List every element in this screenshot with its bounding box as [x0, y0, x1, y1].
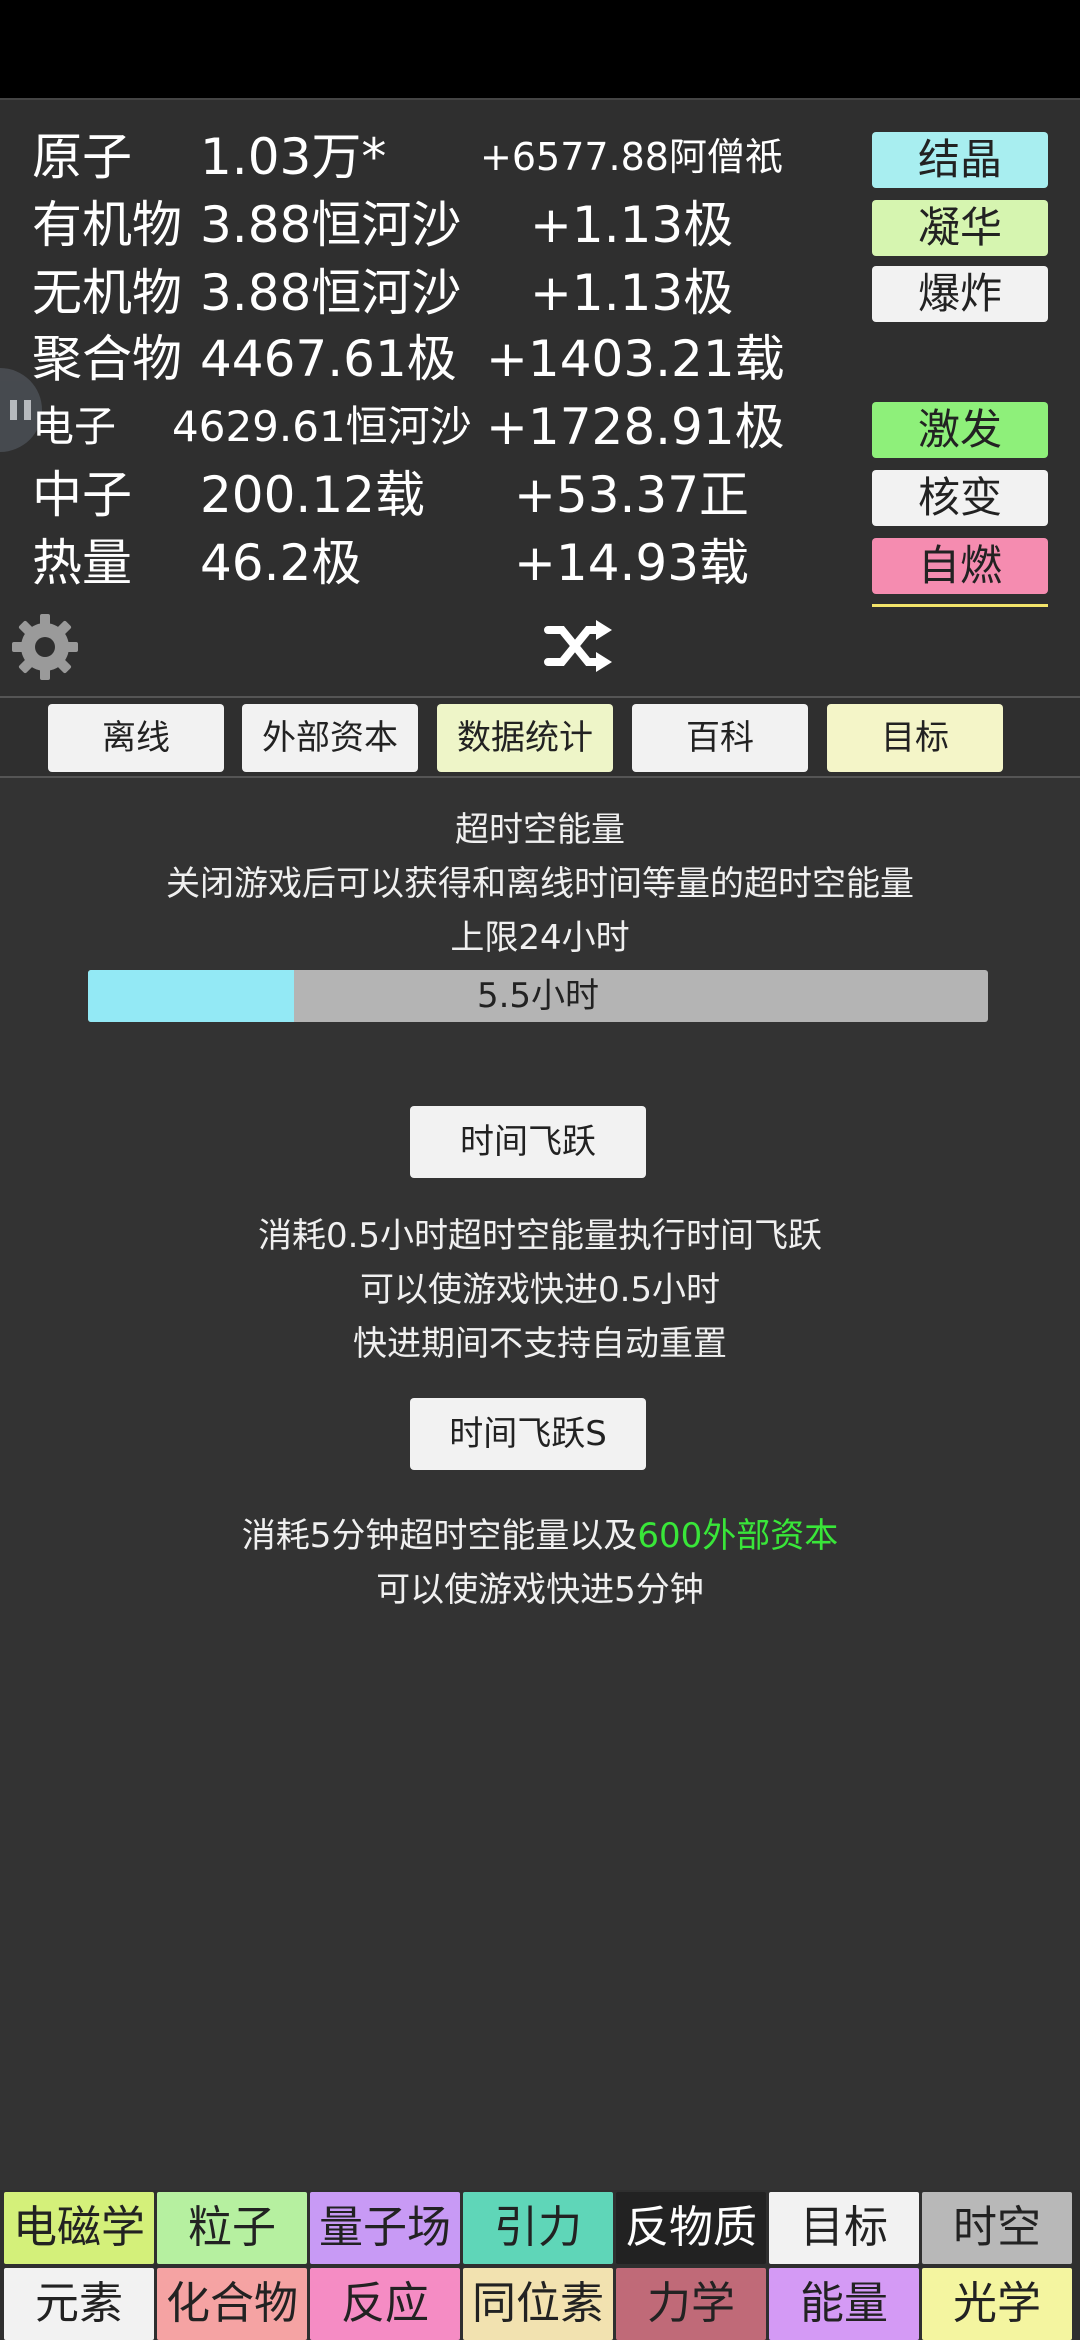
resource-value: 46.2极 [200, 534, 362, 592]
resource-name: 中子 [32, 466, 132, 524]
nav-goals[interactable]: 目标 [769, 2192, 919, 2264]
divider-line [872, 604, 1048, 607]
time-jump-desc-2: 可以使游戏快进0.5小时 [359, 1270, 721, 1310]
time-jump-s-cost: 消耗5分钟超时空能量以及 [241, 1516, 638, 1556]
nav-reactions[interactable]: 反应 [310, 2268, 460, 2340]
nav-compounds[interactable]: 化合物 [157, 2268, 307, 2340]
explode-button[interactable]: 爆炸 [872, 266, 1048, 322]
resource-name: 有机物 [32, 196, 182, 254]
tab-goals[interactable]: 目标 [827, 704, 1003, 772]
resource-rate: +1.13极 [530, 196, 734, 254]
time-jump-s-desc-2: 可以使游戏快进5分钟 [376, 1570, 704, 1610]
time-jump-desc-1: 消耗0.5小时超时空能量执行时间飞跃 [257, 1216, 823, 1256]
time-jump-s-capital-cost: 600外部资本 [637, 1516, 839, 1556]
tab-statistics[interactable]: 数据统计 [437, 704, 613, 772]
status-bar [0, 0, 1080, 98]
resource-name: 电子 [32, 402, 117, 451]
nav-spacetime[interactable]: 时空 [922, 2192, 1072, 2264]
excite-button[interactable]: 激发 [872, 402, 1048, 458]
time-jump-desc-3: 快进期间不支持自动重置 [353, 1324, 727, 1364]
nav-gravity[interactable]: 引力 [463, 2192, 613, 2264]
nav-mechanics[interactable]: 力学 [616, 2268, 766, 2340]
resource-panel: 原子 1.03万* +6577.88阿僧祇 有机物 3.88恒河沙 +1.13极… [0, 98, 1080, 698]
time-jump-s-desc-1: 消耗5分钟超时空能量以及600外部资本 [0, 1508, 1080, 1557]
crystallize-button[interactable]: 结晶 [872, 132, 1048, 188]
nav-optics[interactable]: 光学 [922, 2268, 1072, 2340]
resource-name: 无机物 [32, 264, 182, 322]
resource-value: 3.88恒河沙 [200, 196, 462, 254]
resource-value: 200.12载 [200, 466, 425, 524]
resource-rate: +1728.91极 [486, 398, 785, 456]
resource-value: 4467.61极 [200, 330, 457, 388]
resource-value: 4629.61恒河沙 [172, 402, 472, 451]
resource-value: 1.03万* [200, 128, 387, 186]
resource-rate: +14.93载 [514, 534, 750, 592]
resource-name: 聚合物 [32, 330, 182, 388]
resource-rate: +6577.88阿僧祇 [480, 135, 783, 179]
nav-isotopes[interactable]: 同位素 [463, 2268, 613, 2340]
sublimate-button[interactable]: 凝华 [872, 200, 1048, 256]
nuclear-transform-button[interactable]: 核变 [872, 470, 1048, 526]
resource-name: 热量 [32, 534, 132, 592]
resource-row-polymer: 聚合物 4467.61极 +1403.21载 [0, 326, 1080, 392]
nav-electromagnetism[interactable]: 电磁学 [4, 2192, 154, 2264]
nav-elements[interactable]: 元素 [4, 2268, 154, 2340]
resource-rate: +1403.21载 [486, 330, 785, 388]
energy-description: 关闭游戏后可以获得和离线时间等量的超时空能量 [166, 864, 914, 904]
resource-value: 3.88恒河沙 [200, 264, 462, 322]
time-jump-button[interactable]: 时间飞跃 [410, 1106, 646, 1178]
tab-encyclopedia[interactable]: 百科 [632, 704, 808, 772]
time-jump-s-button[interactable]: 时间飞跃S [410, 1398, 646, 1470]
resource-rate: +53.37正 [514, 466, 750, 524]
resource-rate: +1.13极 [530, 264, 734, 322]
nav-particles[interactable]: 粒子 [157, 2192, 307, 2264]
shuffle-icon[interactable] [544, 616, 614, 676]
energy-limit: 上限24小时 [450, 918, 630, 958]
resource-name: 原子 [32, 128, 132, 186]
tab-external-capital[interactable]: 外部资本 [242, 704, 418, 772]
self-ignite-button[interactable]: 自燃 [872, 538, 1048, 594]
tab-offline[interactable]: 离线 [48, 704, 224, 772]
nav-quantum-field[interactable]: 量子场 [310, 2192, 460, 2264]
gear-icon[interactable] [8, 610, 82, 684]
energy-progress-label: 5.5小时 [476, 976, 600, 1016]
nav-energy[interactable]: 能量 [769, 2268, 919, 2340]
energy-title: 超时空能量 [455, 810, 625, 850]
nav-antimatter[interactable]: 反物质 [616, 2192, 766, 2264]
energy-progress-bar: 5.5小时 [88, 970, 988, 1022]
